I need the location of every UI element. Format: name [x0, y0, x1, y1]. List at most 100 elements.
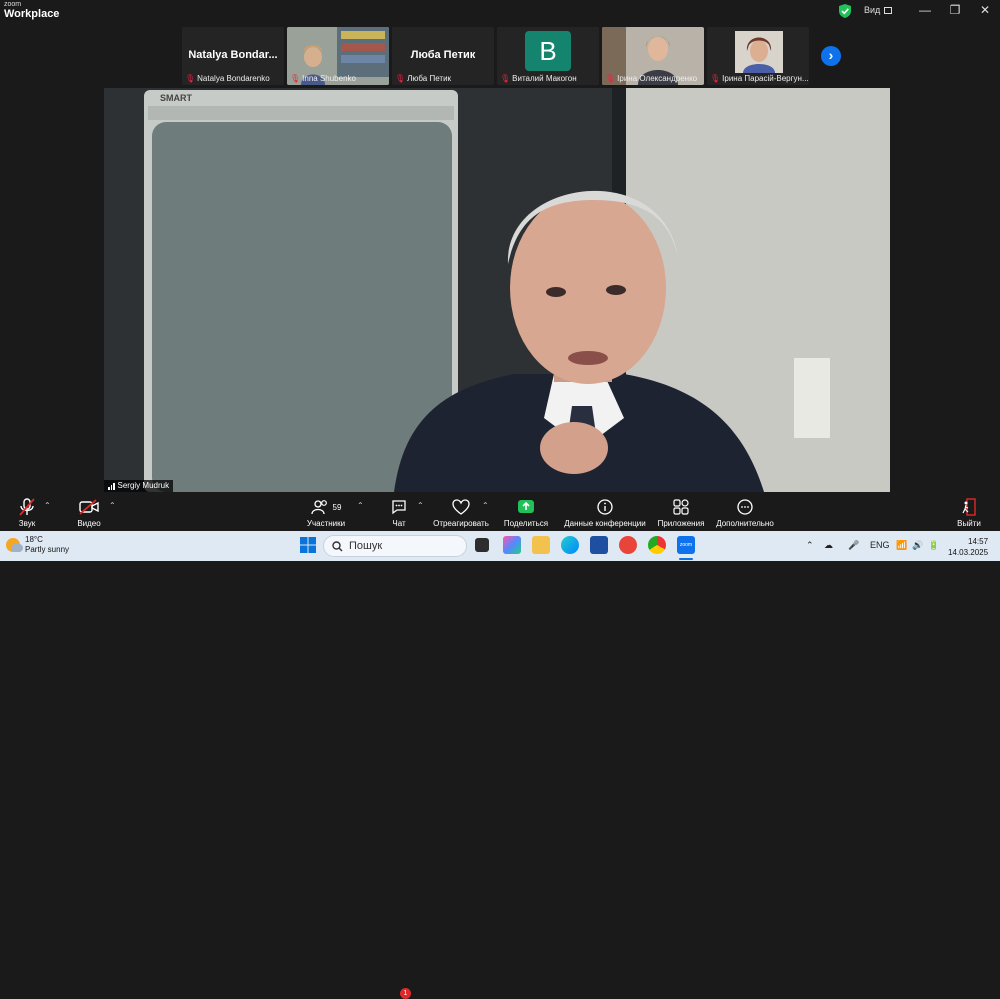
heart-icon	[452, 499, 470, 515]
app-brand: zoom Workplace	[4, 1, 59, 20]
show-hidden-icons-chevron-icon[interactable]: ⌃	[806, 540, 814, 551]
react-label: Отреагировать	[433, 519, 489, 528]
participant-tile[interactable]: B 🎙 Виталий Макогон	[497, 27, 599, 85]
chrome-icon[interactable]	[648, 536, 666, 554]
taskbar-search[interactable]: Пошук	[323, 535, 467, 557]
more-label: Дополнительно	[716, 519, 774, 528]
title-bar: zoom Workplace Вид — ❐ ✕	[0, 0, 1000, 24]
participant-caption-text: Виталий Макогон	[512, 74, 577, 83]
chat-icon	[392, 500, 406, 515]
participant-caption-text: Natalya Bondarenko	[197, 74, 270, 83]
speaker-name: Sergiy Mudruk	[117, 481, 170, 490]
apps-label: Приложения	[657, 519, 705, 528]
system-clock[interactable]: 14:57 14.03.2025	[948, 536, 988, 558]
brand-main: Workplace	[4, 8, 60, 20]
minimize-button[interactable]: —	[915, 3, 935, 17]
leave-button[interactable]: Выйти	[954, 497, 984, 528]
close-button[interactable]: ✕	[975, 3, 995, 17]
participant-caption: 🎙 Natalya Bondarenko	[185, 74, 270, 83]
language-indicator[interactable]: ENG	[870, 540, 890, 550]
chat-unread-badge: 1	[400, 988, 411, 999]
battery-icon[interactable]: 🔋	[928, 540, 939, 551]
audio-button[interactable]: Звук	[12, 497, 42, 528]
video-options-chevron-icon[interactable]: ⌃	[109, 501, 116, 510]
more-icon	[737, 499, 753, 515]
participant-tile[interactable]: 🎙 Inna Shubenko	[287, 27, 389, 85]
participant-caption: 🎙 Виталий Макогон	[500, 74, 577, 83]
audio-label: Звук	[18, 519, 36, 528]
info-icon	[597, 499, 613, 515]
participant-caption: 🎙 Ірина Олександренко	[605, 74, 697, 83]
active-app-indicator	[679, 558, 693, 560]
active-speaker-video[interactable]: SMART	[104, 88, 890, 492]
participant-strip: Natalya Bondar... 🎙 Natalya Bondarenko 🎙 I…	[0, 24, 1000, 88]
mic-muted-icon: 🎙	[710, 74, 721, 83]
participant-caption-text: Ірина Олександренко	[617, 74, 698, 83]
copilot-icon[interactable]	[503, 536, 521, 554]
signal-bars-icon	[108, 482, 115, 490]
more-button[interactable]: Дополнительно	[715, 497, 775, 528]
windows-taskbar: 18°C Partly sunny Пошук zoom ⌃ ☁ 🎤 ENG 📶…	[0, 531, 1000, 561]
participant-display-name: Люба Петик	[410, 49, 476, 61]
participant-caption-text: Ірина Парасій-Вергун...	[722, 74, 809, 83]
participant-avatar: B	[525, 31, 571, 71]
share-button[interactable]: Поделиться	[503, 497, 549, 528]
mic-muted-icon: 🎙	[395, 74, 406, 83]
participant-caption-text: Inna Shubenko	[302, 74, 356, 83]
audio-options-chevron-icon[interactable]: ⌃	[44, 501, 51, 510]
task-view-icon[interactable]	[475, 538, 489, 552]
search-icon	[332, 540, 343, 551]
view-button[interactable]: Вид	[864, 5, 893, 15]
mic-muted-icon: 🎙	[500, 74, 511, 83]
apps-button[interactable]: Приложения	[656, 497, 706, 528]
video-label: Видео	[77, 519, 101, 528]
grid-icon	[884, 6, 893, 14]
share-label: Поделиться	[503, 519, 549, 528]
participants-button[interactable]: 59 Участники	[304, 497, 348, 528]
volume-icon[interactable]: 🔊	[912, 540, 923, 551]
participant-tile[interactable]: Natalya Bondar... 🎙 Natalya Bondarenko	[182, 27, 284, 85]
meeting-info-button[interactable]: Данные конференции	[563, 497, 647, 528]
store-icon[interactable]	[590, 536, 608, 554]
participants-chevron-icon[interactable]: ⌃	[357, 501, 364, 510]
browser-app-icon[interactable]	[619, 536, 637, 554]
clock-time: 14:57	[968, 537, 989, 546]
participant-tile[interactable]: Люба Петик 🎙 Люба Петик	[392, 27, 494, 85]
zoom-taskbar-icon[interactable]: zoom	[677, 536, 695, 554]
mic-muted-icon	[19, 498, 35, 516]
participant-tile[interactable]: 🎙 Ірина Парасій-Вергун...	[707, 27, 809, 85]
participant-caption: 🎙 Ірина Парасій-Вергун...	[710, 74, 809, 83]
weather-description: Partly sunny	[25, 545, 70, 554]
mic-muted-icon: 🎙	[290, 74, 301, 83]
microphone-icon[interactable]: 🎤	[848, 540, 859, 551]
participants-label: Участники	[306, 519, 346, 528]
edge-browser-icon[interactable]	[561, 536, 579, 554]
weather-widget[interactable]: 18°C Partly sunny	[6, 535, 69, 555]
participant-tile[interactable]: 🎙 Ірина Олександренко	[602, 27, 704, 85]
mic-muted-icon: 🎙	[605, 74, 616, 83]
chat-button[interactable]: Чат	[384, 497, 414, 528]
participant-caption: 🎙 Inna Shubenko	[290, 74, 356, 83]
chat-label: Чат	[392, 519, 406, 528]
view-label: Вид	[864, 5, 881, 15]
search-placeholder: Пошук	[349, 540, 383, 552]
brand-top: zoom	[4, 1, 22, 8]
react-chevron-icon[interactable]: ⌃	[482, 501, 489, 510]
network-status-icon[interactable]: ☁	[824, 540, 833, 551]
windows-start-icon[interactable]	[299, 536, 317, 554]
wifi-icon[interactable]: 📶	[896, 540, 907, 551]
next-page-button[interactable]: ›	[821, 46, 841, 66]
participant-caption: 🎙 Люба Петик	[395, 74, 451, 83]
video-button[interactable]: Видео	[74, 497, 104, 528]
participants-count: 59	[332, 502, 342, 512]
encryption-shield-icon[interactable]	[838, 3, 852, 19]
share-screen-icon	[518, 500, 534, 513]
whiteboard-brand: SMART	[160, 93, 192, 103]
file-explorer-icon[interactable]	[532, 536, 550, 554]
meeting-toolbar: Звук ⌃ Видео ⌃ 59 Участники ⌃ Чат 1 ⌃ От…	[0, 492, 1000, 999]
chat-chevron-icon[interactable]: ⌃	[417, 501, 424, 510]
restore-button[interactable]: ❐	[945, 3, 965, 17]
leave-icon	[962, 498, 976, 516]
participants-icon	[310, 500, 327, 515]
mic-muted-icon: 🎙	[185, 74, 196, 83]
